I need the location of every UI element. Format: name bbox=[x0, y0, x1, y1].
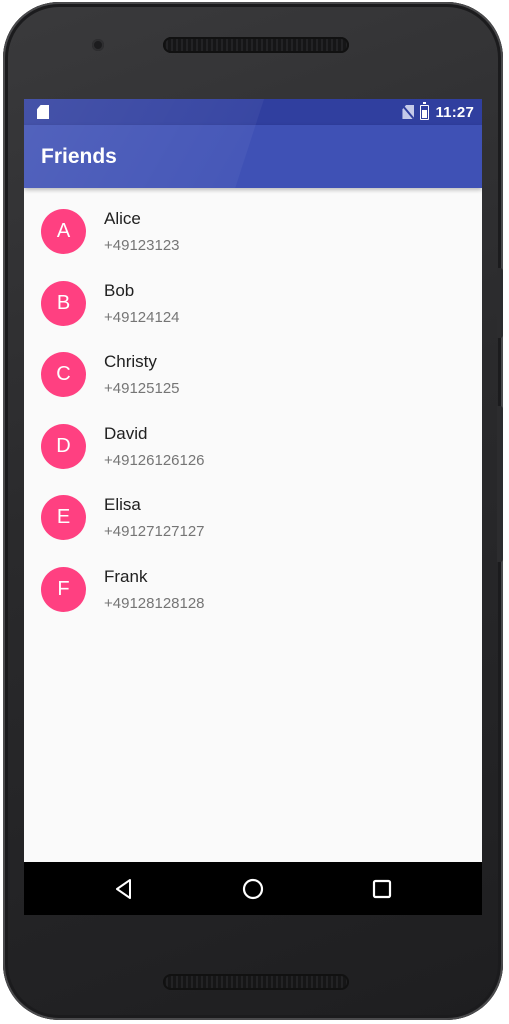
contact-phone: +49125125 bbox=[104, 380, 180, 398]
navigation-bar bbox=[24, 862, 482, 915]
contact-phone: +49123123 bbox=[104, 237, 180, 254]
list-item[interactable]: E Elisa +49127127127 bbox=[24, 474, 482, 546]
home-icon bbox=[242, 878, 264, 899]
front-camera bbox=[92, 39, 104, 51]
back-icon bbox=[116, 878, 131, 899]
avatar: F bbox=[41, 566, 86, 612]
contact-name: David bbox=[104, 423, 148, 443]
contact-name: Christy bbox=[104, 352, 157, 372]
contact-name: Elisa bbox=[104, 495, 141, 515]
status-clock: 11:27 bbox=[435, 103, 474, 121]
power-button bbox=[497, 268, 503, 338]
contact-list: A Alice +49123123 B Bob +49124124 C Chri… bbox=[24, 188, 482, 618]
avatar: B bbox=[41, 280, 86, 326]
screen: 11:27 Friends A Alice +49123123 B Bob +4… bbox=[24, 99, 482, 915]
recents-button[interactable] bbox=[352, 862, 412, 915]
contact-phone: +49124124 bbox=[104, 308, 180, 326]
back-button[interactable] bbox=[94, 862, 154, 915]
contact-name: Bob bbox=[104, 280, 135, 300]
avatar: E bbox=[41, 495, 86, 541]
app-bar: Friends bbox=[24, 99, 482, 188]
volume-button bbox=[497, 406, 503, 562]
no-sim-icon bbox=[402, 105, 414, 119]
bottom-speaker-grille bbox=[163, 974, 349, 990]
battery-charging-icon bbox=[420, 101, 430, 120]
recents-icon bbox=[372, 879, 392, 898]
list-item[interactable]: C Christy +49125125 bbox=[24, 331, 482, 403]
list-item[interactable]: D David +49126126126 bbox=[24, 403, 482, 475]
contact-phone: +49126126126 bbox=[104, 451, 205, 469]
avatar: D bbox=[41, 423, 86, 469]
home-button[interactable] bbox=[223, 862, 283, 915]
contact-phone: +49127127127 bbox=[104, 523, 205, 541]
contact-name: Frank bbox=[104, 566, 148, 586]
avatar: A bbox=[41, 209, 86, 254]
contact-name: Alice bbox=[104, 209, 141, 228]
status-icons: 11:27 bbox=[402, 99, 474, 125]
list-item[interactable]: A Alice +49123123 bbox=[24, 188, 482, 260]
list-item[interactable]: F Frank +49128128128 bbox=[24, 546, 482, 618]
avatar: C bbox=[41, 352, 86, 398]
list-item[interactable]: B Bob +49124124 bbox=[24, 260, 482, 332]
contact-phone: +49128128128 bbox=[104, 594, 205, 612]
top-speaker-grille bbox=[163, 37, 349, 53]
app-title: Friends bbox=[41, 145, 117, 168]
